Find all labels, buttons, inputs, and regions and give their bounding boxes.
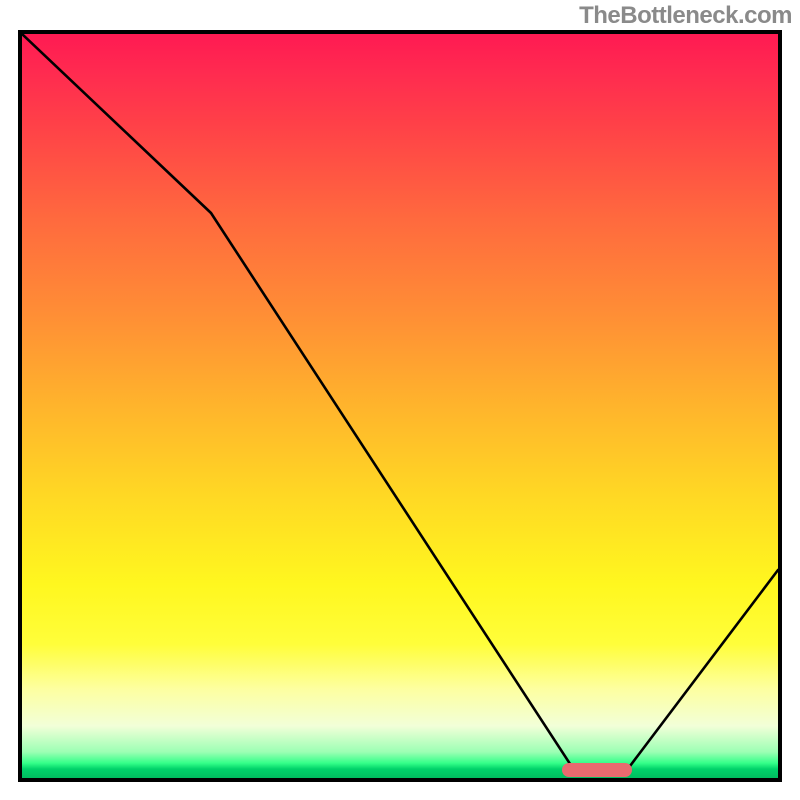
bottleneck-curve bbox=[22, 34, 778, 770]
plot-svg bbox=[22, 34, 778, 778]
watermark-text: TheBottleneck.com bbox=[579, 2, 792, 30]
optimal-range-marker bbox=[562, 763, 632, 777]
chart-container: TheBottleneck.com bbox=[0, 0, 800, 800]
plot-frame bbox=[18, 30, 782, 782]
